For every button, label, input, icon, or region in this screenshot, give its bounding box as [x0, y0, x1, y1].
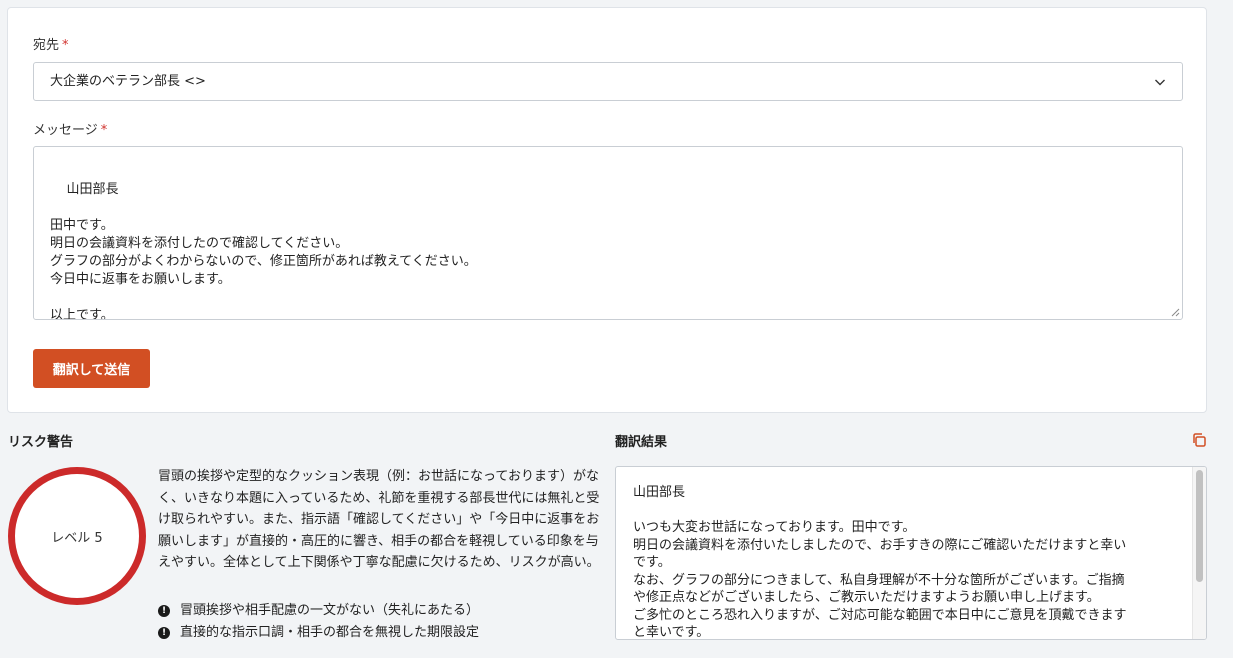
- recipient-select[interactable]: 大企業のベテラン部長 <>: [33, 62, 1183, 101]
- message-label-text: メッセージ: [33, 123, 98, 138]
- risk-issue-list: ! 冒頭挨拶や相手配慮の一文がない（失礼にあたる） ! 直接的な指示口調・相手の…: [158, 600, 479, 644]
- chevron-down-icon: [1155, 79, 1165, 86]
- result-scroll-thumb[interactable]: [1196, 470, 1203, 582]
- risk-warning-title: リスク警告: [8, 435, 74, 450]
- message-form-card: 宛先 * 大企業のベテラン部長 <> メッセージ * 山田部長 田中です。 明日の会…: [7, 7, 1207, 413]
- risk-issue-item: ! 直接的な指示口調・相手の都合を無視した期限設定: [158, 622, 479, 644]
- message-textarea[interactable]: 山田部長 田中です。 明日の会議資料を添付したので確認してください。 グラフの部…: [33, 146, 1183, 320]
- translation-result-title: 翻訳結果: [615, 435, 668, 450]
- risk-level-label: レベル 5: [51, 530, 103, 546]
- exclamation-icon: !: [158, 627, 170, 639]
- required-mark: *: [100, 123, 108, 138]
- resize-grip-icon[interactable]: [1171, 308, 1180, 317]
- translation-result-text: 山田部長 いつも大変お世話になっております。田中です。 明日の会議資料を添付いた…: [633, 485, 1127, 640]
- required-mark: *: [62, 38, 69, 53]
- translation-result-textarea[interactable]: 山田部長 いつも大変お世話になっております。田中です。 明日の会議資料を添付いた…: [615, 466, 1207, 640]
- message-text: 山田部長 田中です。 明日の会議資料を添付したので確認してください。 グラフの部…: [50, 182, 477, 320]
- translate-send-button[interactable]: 翻訳して送信: [33, 349, 150, 388]
- result-scrollbar[interactable]: [1192, 467, 1206, 639]
- message-label: メッセージ *: [33, 119, 107, 138]
- exclamation-icon: !: [158, 605, 170, 617]
- risk-issue-text: 冒頭挨拶や相手配慮の一文がない（失礼にあたる）: [180, 603, 480, 618]
- risk-issue-item: ! 冒頭挨拶や相手配慮の一文がない（失礼にあたる）: [158, 600, 479, 622]
- risk-issue-text: 直接的な指示口調・相手の都合を無視した期限設定: [180, 625, 480, 640]
- recipient-label-text: 宛先: [33, 38, 60, 53]
- copy-icon[interactable]: [1191, 432, 1207, 448]
- recipient-select-value: 大企業のベテラン部長 <>: [50, 74, 206, 89]
- risk-description: 冒頭の挨拶や定型的なクッション表現（例：お世話になっております）がなく、いきなり…: [158, 469, 600, 570]
- recipient-label: 宛先 *: [33, 34, 69, 53]
- risk-level-gauge: レベル 5: [8, 467, 146, 605]
